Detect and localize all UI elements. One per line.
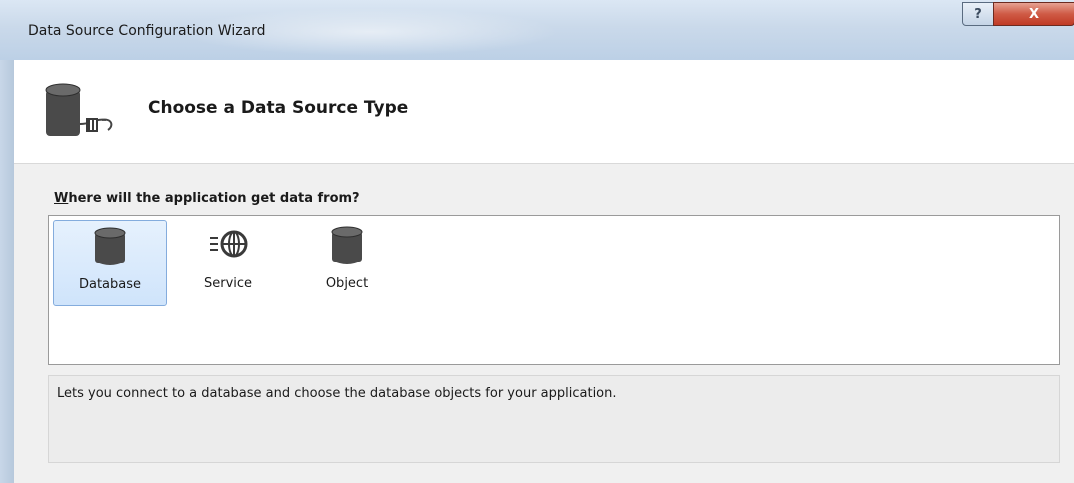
data-source-item-service[interactable]: Service [183,220,273,306]
wizard-window: Data Source Configuration Wizard ? X Cho… [0,0,1074,483]
help-icon: ? [974,6,982,22]
description-text: Lets you connect to a database and choos… [57,386,617,401]
prompt-accelerator: W [54,191,69,206]
window-title: Data Source Configuration Wizard [28,23,266,39]
window-left-frame [0,60,14,483]
data-source-label: Database [78,277,142,292]
help-button[interactable]: ? [962,2,994,26]
object-icon [331,226,363,264]
prompt-text: here will the application get data from? [68,191,360,206]
data-source-label: Object [325,276,369,291]
data-source-prompt: Where will the application get data from… [54,191,360,206]
database-connect-icon [45,83,113,136]
data-source-item-database[interactable]: Database [53,220,167,306]
wizard-client-area: Choose a Data Source Type Where will the… [14,60,1074,483]
close-button[interactable]: X [993,2,1074,26]
data-source-item-object[interactable]: Object [305,220,389,306]
wizard-header: Choose a Data Source Type [14,60,1074,164]
data-source-label: Service [203,276,253,291]
service-globe-icon [210,230,248,258]
page-title: Choose a Data Source Type [148,98,409,118]
close-icon: X [1028,6,1040,22]
title-bar[interactable]: Data Source Configuration Wizard ? X [0,0,1074,60]
description-panel: Lets you connect to a database and choos… [48,375,1060,463]
data-source-list[interactable]: Database Service Object [48,215,1060,365]
database-icon [94,227,126,265]
